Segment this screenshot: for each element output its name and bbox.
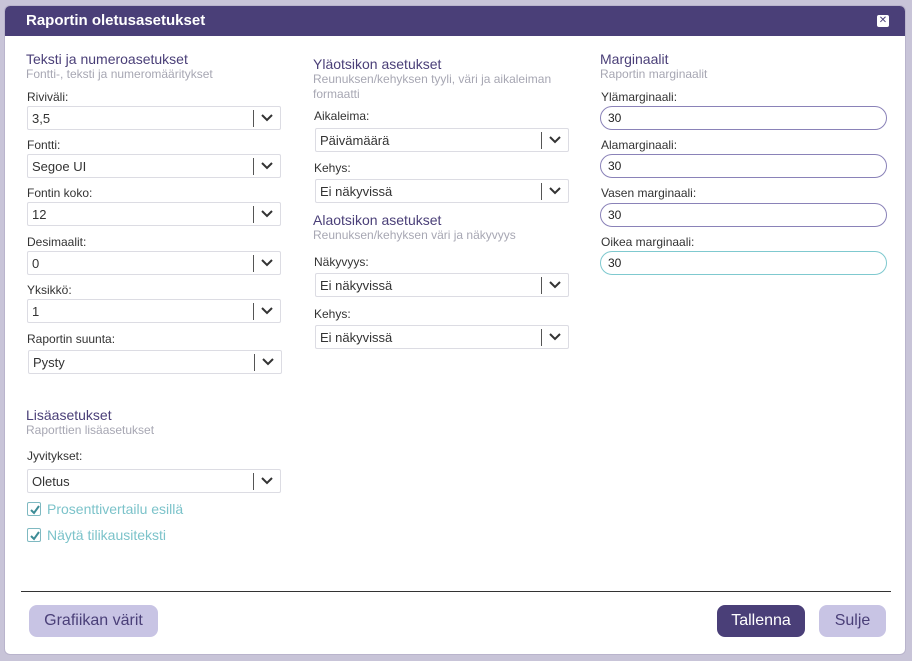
decimals-select[interactable]: 0: [27, 251, 281, 275]
select-divider: [541, 277, 542, 294]
header-settings-heading: Yläotsikon asetukset: [313, 56, 442, 72]
select-divider: [254, 354, 255, 371]
chevron-down-icon: [261, 307, 273, 315]
footer-settings-subheading: Reunuksen/kehyksen väri ja näkyvyys: [313, 228, 516, 242]
header-settings-subheading: Reunuksen/kehyksen tyyli, väri ja aikale…: [313, 72, 552, 101]
bottom-margin-label: Alamarginaali:: [601, 138, 678, 152]
font-size-select[interactable]: 12: [27, 202, 281, 226]
font-select[interactable]: Segoe UI: [27, 154, 281, 178]
checkmark-icon: [30, 531, 40, 541]
chevron-down-icon: [549, 136, 561, 144]
header-frame-value: Ei näkyvissä: [320, 184, 393, 199]
font-size-label: Fontin koko:: [27, 186, 93, 200]
footer-settings-heading: Alaotsikon asetukset: [313, 212, 442, 228]
chevron-down-icon: [261, 259, 273, 267]
right-margin-input[interactable]: 30: [600, 251, 887, 275]
close-icon[interactable]: ✕: [877, 15, 889, 27]
header-frame-select[interactable]: Ei näkyvissä: [315, 179, 569, 203]
save-button[interactable]: Tallenna: [717, 605, 805, 637]
line-spacing-label: Riviväli:: [27, 90, 69, 104]
percent-comparison-label: Prosenttivertailu esillä: [47, 501, 184, 517]
margins-subheading: Raportin marginaalit: [600, 67, 708, 81]
visibility-value: Ei näkyvissä: [320, 278, 393, 293]
fiscal-text-checkbox[interactable]: [27, 528, 41, 542]
text-settings-subheading: Fontti-, teksti ja numeromääritykset: [26, 67, 213, 81]
chevron-down-icon: [261, 477, 273, 485]
unit-label: Yksikkö:: [27, 283, 72, 297]
right-margin-label: Oikea marginaali:: [601, 235, 695, 249]
left-margin-input[interactable]: 30: [600, 203, 887, 227]
footer-frame-value: Ei näkyvissä: [320, 330, 393, 345]
orientation-label: Raportin suunta:: [27, 332, 116, 346]
report-settings-dialog: Raportin oletusasetukset ✕ Teksti ja num…: [4, 5, 906, 655]
select-divider: [253, 206, 254, 223]
select-divider: [541, 183, 542, 200]
font-size-value: 12: [32, 207, 47, 222]
allocation-value: Oletus: [32, 474, 70, 489]
select-divider: [541, 132, 542, 149]
margins-heading: Marginaalit: [600, 51, 669, 67]
top-margin-label: Ylämarginaali:: [601, 90, 678, 104]
text-settings-heading: Teksti ja numeroasetukset: [26, 51, 188, 67]
allocation-label: Jyvitykset:: [27, 449, 83, 463]
chevron-down-icon: [549, 333, 561, 341]
chevron-down-icon: [549, 187, 561, 195]
dialog-titlebar: Raportin oletusasetukset ✕: [5, 6, 905, 36]
font-value: Segoe UI: [32, 159, 87, 174]
line-spacing-value: 3,5: [32, 111, 51, 126]
top-margin-input[interactable]: 30: [600, 106, 887, 130]
decimals-label: Desimaalit:: [27, 235, 87, 249]
fiscal-text-label: Näytä tilikausiteksti: [47, 527, 167, 543]
chevron-down-icon: [261, 114, 273, 122]
orientation-value: Pysty: [33, 355, 65, 370]
visibility-label: Näkyvyys:: [314, 255, 369, 269]
select-divider: [253, 255, 254, 272]
footer-divider: [21, 591, 891, 592]
chevron-down-icon: [261, 210, 273, 218]
line-spacing-select[interactable]: 3,5: [27, 106, 281, 130]
orientation-select[interactable]: Pysty: [28, 350, 282, 374]
select-divider: [253, 158, 254, 175]
allocation-select[interactable]: Oletus: [27, 469, 281, 493]
extra-settings-heading: Lisäasetukset: [26, 407, 112, 423]
unit-value: 1: [32, 304, 40, 319]
bottom-margin-input[interactable]: 30: [600, 154, 887, 178]
timestamp-select[interactable]: Päivämäärä: [315, 128, 569, 152]
extra-settings-subheading: Raporttien lisäasetukset: [26, 423, 155, 437]
close-button[interactable]: Sulje: [819, 605, 886, 637]
timestamp-label: Aikaleima:: [314, 109, 370, 123]
select-divider: [253, 303, 254, 320]
chevron-down-icon: [549, 281, 561, 289]
checkmark-icon: [30, 505, 40, 515]
footer-frame-label: Kehys:: [314, 307, 351, 321]
header-frame-label: Kehys:: [314, 161, 351, 175]
chevron-down-icon: [262, 358, 274, 366]
chart-colors-button[interactable]: Grafiikan värit: [29, 605, 158, 637]
decimals-value: 0: [32, 256, 40, 271]
left-margin-label: Vasen marginaali:: [601, 186, 697, 200]
timestamp-value: Päivämäärä: [320, 133, 390, 148]
percent-comparison-checkbox[interactable]: [27, 502, 41, 516]
dialog-title: Raportin oletusasetukset: [26, 12, 206, 29]
visibility-select[interactable]: Ei näkyvissä: [315, 273, 569, 297]
select-divider: [253, 473, 254, 490]
footer-frame-select[interactable]: Ei näkyvissä: [315, 325, 569, 349]
chevron-down-icon: [261, 162, 273, 170]
font-label: Fontti:: [27, 138, 61, 152]
select-divider: [253, 110, 254, 127]
select-divider: [541, 329, 542, 346]
unit-select[interactable]: 1: [27, 299, 281, 323]
